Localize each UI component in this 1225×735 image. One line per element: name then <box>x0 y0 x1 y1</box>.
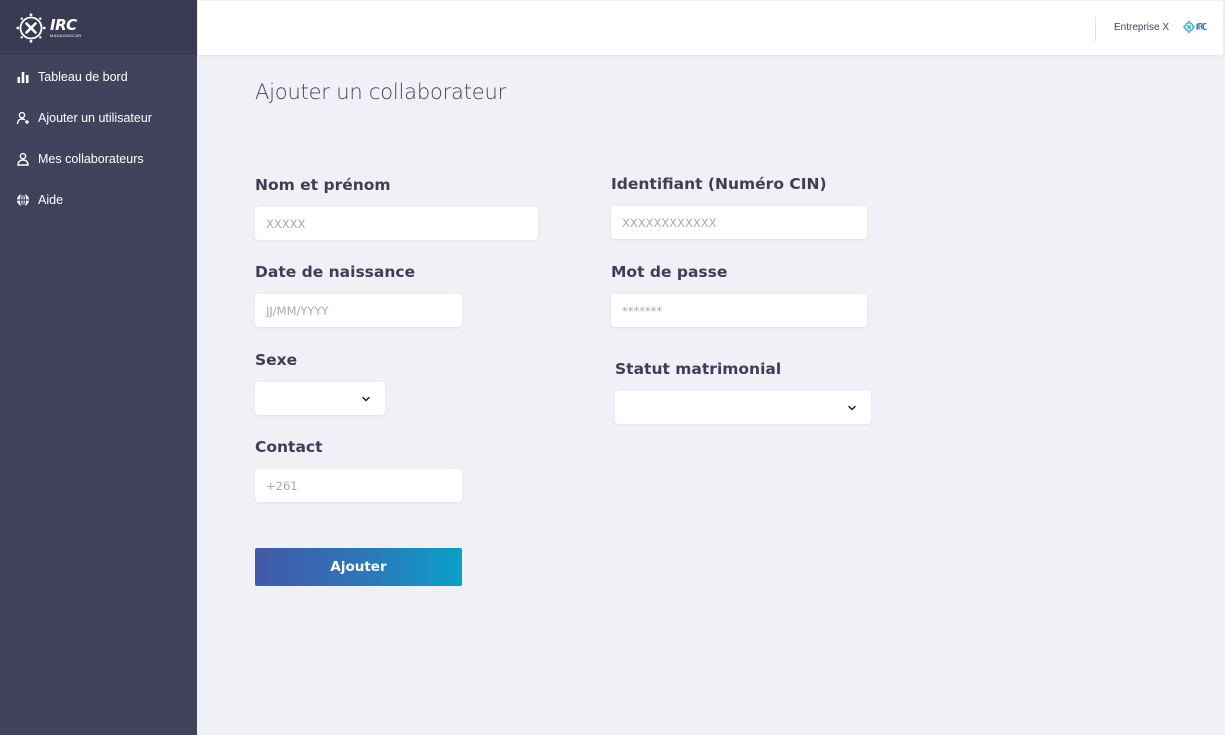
contact-label: Contact <box>255 438 323 456</box>
birthdate-input[interactable] <box>255 294 462 327</box>
sidebar-header: IRC MADAGASCAR <box>0 0 197 55</box>
page-title: Ajouter un collaborateur <box>255 80 507 104</box>
sidebar-item-ajouter-utilisateur[interactable]: Ajouter un utilisateur <box>0 97 197 138</box>
user-icon <box>16 152 30 166</box>
statut-select[interactable] <box>615 391 871 424</box>
globe-icon <box>16 192 30 207</box>
chevron-down-icon <box>848 405 856 411</box>
naissance-label: Date de naissance <box>255 263 416 281</box>
identifiant-label: Identifiant (Numéro CIN) <box>611 175 827 193</box>
sexe-select[interactable] <box>255 382 385 415</box>
sidebar-item-label: Tableau de bord <box>38 69 128 84</box>
sidebar: IRC MADAGASCAR Tableau de bord Ajouter u… <box>0 0 197 735</box>
password-label: Mot de passe <box>611 263 728 281</box>
ajouter-button[interactable]: Ajouter <box>255 548 462 586</box>
chevron-down-icon <box>362 396 370 402</box>
topbar: Entreprise X <box>198 1 1223 55</box>
nom-input[interactable] <box>255 207 538 240</box>
brand-title: IRC <box>50 15 77 34</box>
sidebar-item-mes-collaborateurs[interactable]: Mes collaborateurs <box>0 138 197 179</box>
irc-emblem-icon <box>16 12 46 43</box>
sidebar-item-label: Mes collaborateurs <box>38 151 144 166</box>
add-user-icon <box>16 111 30 125</box>
sidebar-item-tableau-de-bord[interactable]: Tableau de bord <box>0 56 197 97</box>
bar-chart-icon <box>16 70 30 84</box>
sidebar-item-label: Aide <box>38 192 64 207</box>
statut-label: Statut matrimonial <box>615 360 782 378</box>
brand-logo[interactable]: IRC MADAGASCAR <box>16 12 82 43</box>
sidebar-item-label: Ajouter un utilisateur <box>38 110 152 125</box>
brand-text: IRC MADAGASCAR <box>50 15 82 38</box>
app-root: IRC MADAGASCAR Tableau de bord Ajouter u… <box>0 0 1225 735</box>
sidebar-nav: Tableau de bord Ajouter un utilisateur M… <box>0 56 197 220</box>
identifiant-input[interactable] <box>611 206 867 239</box>
topbar-divider <box>1095 17 1096 41</box>
sexe-label: Sexe <box>255 351 298 369</box>
sidebar-item-aide[interactable]: Aide <box>0 179 197 220</box>
irc-logo-icon[interactable] <box>1183 20 1207 34</box>
nom-label: Nom et prénom <box>255 176 391 194</box>
brand-subtitle: MADAGASCAR <box>50 32 82 38</box>
password-input[interactable] <box>611 294 867 327</box>
contact-input[interactable] <box>255 469 462 502</box>
company-name[interactable]: Entreprise X <box>1114 22 1169 33</box>
